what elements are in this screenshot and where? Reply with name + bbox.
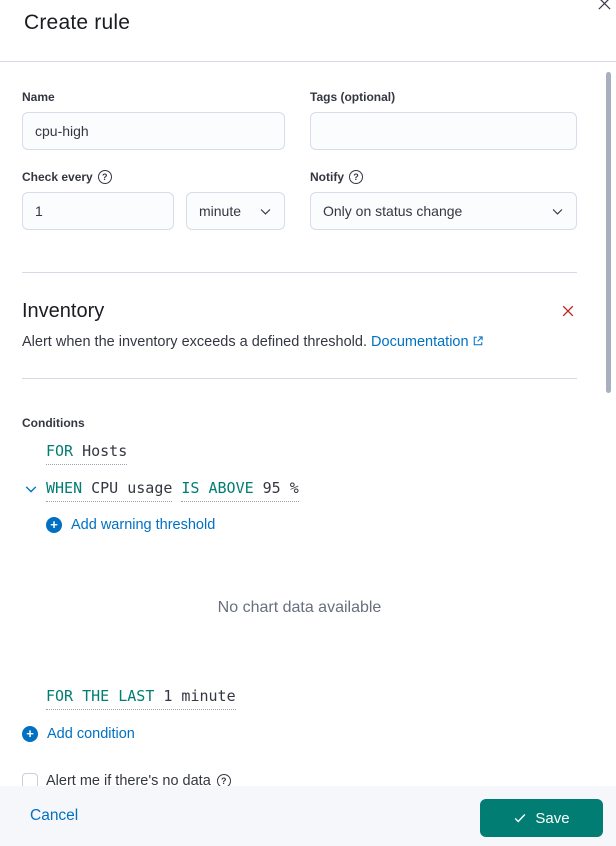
vertical-scrollbar-thumb[interactable]	[606, 72, 611, 393]
node-type-expression-row: FOR Hosts	[46, 442, 577, 465]
plus-icon: +	[46, 517, 62, 533]
metric-value: CPU usage	[91, 479, 173, 497]
divider	[22, 378, 577, 379]
documentation-link-text: Documentation	[371, 334, 469, 350]
for-keyword: FOR	[46, 442, 74, 460]
check-icon	[515, 814, 526, 823]
help-icon[interactable]: ?	[349, 170, 363, 184]
when-keyword: WHEN	[46, 479, 83, 497]
flyout-header: Create rule	[0, 0, 616, 62]
chevron-down-icon	[551, 205, 564, 218]
save-button-label: Save	[535, 809, 570, 827]
add-condition-button[interactable]: + Add condition	[22, 726, 135, 742]
for-nodes-expression[interactable]: FOR Hosts	[46, 442, 128, 465]
name-label-text: Name	[22, 90, 55, 104]
tags-field-group: Tags (optional)	[310, 90, 577, 150]
fields-row-2: Check every ? minute Notify ?	[22, 170, 577, 230]
notify-value: Only on status change	[323, 203, 463, 219]
check-every-controls: minute	[22, 192, 285, 230]
chart-empty-message: No chart data available	[217, 599, 382, 616]
rule-description-text: Alert when the inventory exceeds a defin…	[22, 334, 367, 350]
tags-input[interactable]	[310, 112, 577, 150]
save-button[interactable]: Save	[480, 799, 603, 837]
name-field-group: Name	[22, 90, 285, 150]
for-the-last-expression[interactable]: FOR THE LAST 1 minute	[46, 687, 236, 710]
flyout-body: Name Tags (optional) Check every ?	[0, 62, 616, 789]
add-warning-threshold-label: Add warning threshold	[71, 517, 216, 533]
external-link-icon	[469, 334, 484, 350]
threshold-expression[interactable]: IS ABOVE 95 %	[181, 479, 299, 502]
name-label: Name	[22, 90, 285, 104]
add-condition-label: Add condition	[47, 726, 135, 742]
cancel-button[interactable]: Cancel	[30, 807, 78, 825]
collapse-chevron-icon[interactable]	[24, 482, 38, 496]
time-window-value: 1 minute	[163, 687, 236, 705]
notify-field-group: Notify ? Only on status change	[310, 170, 577, 230]
tags-label: Tags (optional)	[310, 90, 577, 104]
metric-expression-row: WHEN CPU usage IS ABOVE 95 %	[24, 479, 577, 502]
node-type-value: Hosts	[82, 442, 128, 460]
plus-icon: +	[22, 726, 38, 742]
flyout-footer: Cancel Save	[0, 786, 616, 846]
check-every-field-group: Check every ? minute	[22, 170, 285, 230]
comparator-keyword: IS ABOVE	[181, 479, 254, 497]
name-input[interactable]	[22, 112, 285, 150]
help-icon[interactable]: ?	[97, 170, 112, 184]
when-metric-expression[interactable]: WHEN CPU usage	[46, 479, 173, 502]
time-window-expression-row: FOR THE LAST 1 minute	[46, 687, 577, 710]
create-rule-flyout: Create rule Name Tags (optional)	[0, 0, 616, 846]
for-the-last-keyword: FOR THE LAST	[46, 687, 155, 705]
rule-type-title: Inventory	[22, 300, 105, 322]
divider	[22, 272, 577, 273]
conditions-label: Conditions	[22, 416, 85, 430]
close-icon[interactable]	[595, 0, 613, 14]
interval-value-input[interactable]	[22, 192, 174, 230]
fields-row-1: Name Tags (optional)	[22, 90, 577, 150]
threshold-value: 95 %	[262, 479, 299, 497]
notify-label-text: Notify	[310, 170, 344, 184]
chevron-down-icon	[259, 205, 272, 218]
check-every-label-text: Check every	[22, 170, 93, 184]
check-every-label: Check every ?	[22, 170, 285, 184]
add-warning-threshold-button[interactable]: + Add warning threshold	[46, 517, 215, 533]
remove-rule-icon[interactable]	[559, 302, 577, 320]
interval-unit-select[interactable]: minute	[186, 192, 285, 230]
rule-type-description: Alert when the inventory exceeds a defin…	[22, 332, 577, 353]
interval-unit-value: minute	[199, 203, 242, 219]
documentation-link[interactable]: Documentation	[371, 334, 484, 350]
rule-type-header: Inventory	[22, 300, 577, 323]
notify-select[interactable]: Only on status change	[310, 192, 577, 230]
notify-label: Notify ?	[310, 170, 577, 184]
page-title: Create rule	[24, 11, 131, 34]
tags-label-text: Tags (optional)	[310, 90, 396, 104]
